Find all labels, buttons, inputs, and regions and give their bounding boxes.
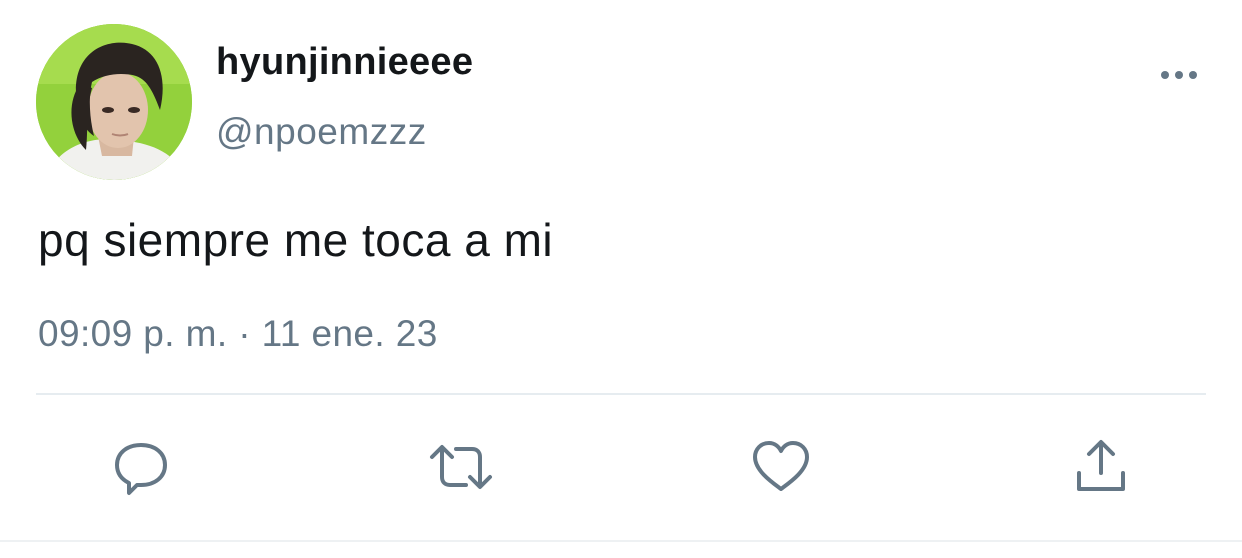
tweet-card: hyunjinnieeee @npoemzzz pq siempre me to… bbox=[0, 0, 1242, 558]
retweet-button[interactable] bbox=[428, 434, 494, 500]
share-button[interactable] bbox=[1068, 434, 1134, 500]
share-icon bbox=[1077, 440, 1125, 491]
more-options-button[interactable] bbox=[1156, 60, 1202, 90]
reply-button[interactable] bbox=[108, 434, 174, 500]
author-handle[interactable]: @npoemzzz bbox=[216, 110, 427, 154]
profile-photo-icon bbox=[36, 24, 192, 180]
tweet-timestamp[interactable]: 09:09 p. m. · 11 ene. 23 bbox=[38, 310, 438, 358]
heart-icon bbox=[753, 441, 809, 491]
retweet-icon bbox=[430, 445, 492, 489]
divider bbox=[36, 393, 1206, 395]
reply-icon bbox=[115, 443, 167, 495]
author-display-name[interactable]: hyunjinnieeee bbox=[216, 40, 473, 84]
like-button[interactable] bbox=[748, 434, 814, 500]
bottom-border bbox=[0, 540, 1242, 542]
more-options-icon bbox=[1161, 71, 1197, 79]
author-avatar[interactable] bbox=[36, 24, 192, 180]
tweet-text: pq siempre me toca a mi bbox=[38, 214, 554, 266]
